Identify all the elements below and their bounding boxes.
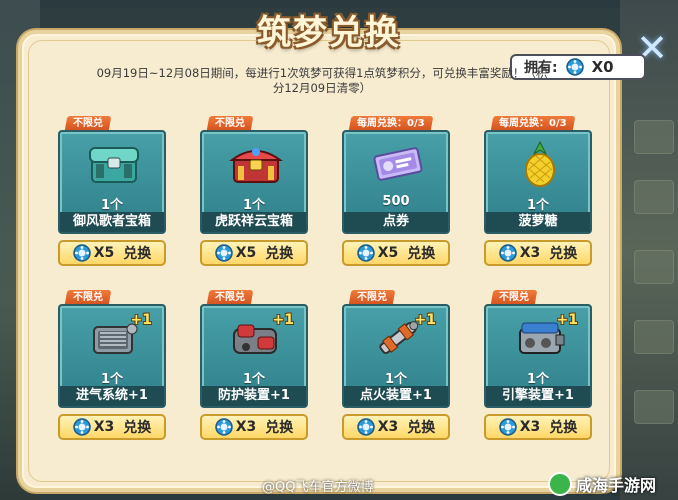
exchange-button[interactable]: X5 兑换 bbox=[200, 240, 308, 266]
limit-badge: 不限兑 bbox=[206, 290, 254, 305]
background-slot bbox=[634, 250, 674, 284]
exchange-button[interactable]: X3 兑换 bbox=[200, 414, 308, 440]
exchange-button[interactable]: X3 兑换 bbox=[342, 414, 450, 440]
upgrade-level: +1 bbox=[414, 312, 436, 328]
exchange-cost: X3 bbox=[519, 245, 541, 261]
reward-name: 防护装置+1 bbox=[202, 386, 306, 406]
background-slot bbox=[634, 390, 674, 424]
reward-quantity: 500 bbox=[382, 194, 410, 209]
reward-quantity: 1个 bbox=[100, 198, 124, 213]
site-watermark-text: 咸海手游网 bbox=[576, 476, 657, 495]
reward-card: 不限兑 1个 虎跃祥云宝箱 X5 兑换 bbox=[200, 116, 328, 266]
reward-card: 每周兑换：0/3 1个 菠萝糖 X3 兑换 bbox=[484, 116, 612, 266]
limit-badge: 每周兑换：0/3 bbox=[490, 116, 575, 131]
reward-name: 点券 bbox=[344, 212, 448, 232]
reward-item-box[interactable]: +1 1个 进气系统+1 bbox=[58, 304, 166, 408]
watermark-text: @QQ飞车官方微博 bbox=[262, 480, 374, 495]
reward-name: 菠萝糖 bbox=[486, 212, 590, 232]
reward-item-box[interactable]: +1 1个 点火装置+1 bbox=[342, 304, 450, 408]
limit-badge: 每周兑换：0/3 bbox=[348, 116, 433, 131]
limit-badge: 不限兑 bbox=[206, 116, 254, 131]
reward-quantity: 1个 bbox=[242, 198, 266, 213]
reward-item-box[interactable]: 500 点券 bbox=[342, 130, 450, 234]
dream-point-icon bbox=[72, 418, 91, 436]
reward-item-box[interactable]: 1个 御风歌者宝箱 bbox=[58, 130, 166, 234]
owned-value: X0 bbox=[591, 58, 614, 76]
page-title: 筑梦兑换 bbox=[257, 13, 401, 53]
background-slot bbox=[634, 180, 674, 214]
exchange-button[interactable]: X5 兑换 bbox=[58, 240, 166, 266]
chest-red-icon bbox=[226, 138, 286, 190]
site-watermark: 咸海手游网 bbox=[548, 470, 674, 498]
dream-point-icon bbox=[356, 418, 375, 436]
exchange-button[interactable]: X3 兑换 bbox=[58, 414, 166, 440]
dream-point-icon bbox=[498, 244, 517, 262]
reward-quantity: 1个 bbox=[526, 372, 550, 387]
upgrade-level: +1 bbox=[556, 312, 578, 328]
exchange-cost: X3 bbox=[519, 419, 541, 435]
dream-point-icon bbox=[214, 244, 233, 262]
reward-quantity: 1个 bbox=[384, 372, 408, 387]
upgrade-level: +1 bbox=[130, 312, 152, 328]
exchange-label: 兑换 bbox=[265, 246, 294, 262]
reward-quantity: 1个 bbox=[526, 198, 550, 213]
event-description: 09月19日~12月08日期间，每进行1次筑梦可获得1点筑梦积分，可兑换丰富奖励… bbox=[96, 66, 548, 95]
reward-name: 进气系统+1 bbox=[60, 386, 164, 406]
reward-item-box[interactable]: 1个 菠萝糖 bbox=[484, 130, 592, 234]
reward-card: 不限兑 +1 1个 点火装置+1 X3 兑换 bbox=[342, 290, 470, 440]
chest-teal-icon bbox=[84, 138, 144, 190]
exchange-cost: X3 bbox=[93, 419, 115, 435]
reward-name: 御风歌者宝箱 bbox=[60, 212, 164, 232]
dream-point-icon bbox=[565, 58, 584, 76]
exchange-label: 兑换 bbox=[265, 420, 294, 436]
background-slot bbox=[634, 120, 674, 154]
exchange-cost: X5 bbox=[377, 245, 399, 261]
dream-point-icon bbox=[498, 418, 517, 436]
reward-card: 不限兑 +1 1个 进气系统+1 X3 兑换 bbox=[58, 290, 186, 440]
reward-name: 点火装置+1 bbox=[344, 386, 448, 406]
exchange-button[interactable]: X3 兑换 bbox=[484, 414, 592, 440]
reward-name: 虎跃祥云宝箱 bbox=[202, 212, 306, 232]
exchange-cost: X3 bbox=[235, 419, 257, 435]
reward-card: 每周兑换：0/3 500 点券 X5 兑换 bbox=[342, 116, 470, 266]
background-slot bbox=[634, 320, 674, 354]
reward-quantity: 1个 bbox=[100, 372, 124, 387]
dream-point-icon bbox=[214, 418, 233, 436]
limit-badge: 不限兑 bbox=[490, 290, 538, 305]
exchange-label: 兑换 bbox=[549, 246, 578, 262]
exchange-label: 兑换 bbox=[123, 420, 152, 436]
exchange-button[interactable]: X5 兑换 bbox=[342, 240, 450, 266]
reward-item-box[interactable]: 1个 虎跃祥云宝箱 bbox=[200, 130, 308, 234]
exchange-label: 兑换 bbox=[407, 420, 436, 436]
exchange-cost: X5 bbox=[93, 245, 115, 261]
dream-point-icon bbox=[72, 244, 91, 262]
exchange-label: 兑换 bbox=[407, 246, 436, 262]
exchange-label: 兑换 bbox=[123, 246, 152, 262]
limit-badge: 不限兑 bbox=[348, 290, 396, 305]
reward-name: 引擎装置+1 bbox=[486, 386, 590, 406]
exchange-button[interactable]: X3 兑换 bbox=[484, 240, 592, 266]
upgrade-level: +1 bbox=[272, 312, 294, 328]
reward-quantity: 1个 bbox=[242, 372, 266, 387]
exchange-cost: X5 bbox=[235, 245, 257, 261]
limit-badge: 不限兑 bbox=[64, 116, 112, 131]
pineapple-icon bbox=[510, 138, 570, 190]
limit-badge: 不限兑 bbox=[64, 290, 112, 305]
exchange-label: 兑换 bbox=[549, 420, 578, 436]
exchange-panel: 筑梦兑换 拥有: X0 09月19日~12月08日期间，每进行1次筑梦可获得1点… bbox=[18, 13, 646, 492]
reward-card: 不限兑 +1 1个 引擎装置+1 X3 兑换 bbox=[484, 290, 612, 440]
reward-item-box[interactable]: +1 1个 防护装置+1 bbox=[200, 304, 308, 408]
title-banner: 筑梦兑换 bbox=[234, 6, 424, 60]
exchange-cost: X3 bbox=[377, 419, 399, 435]
site-logo-icon bbox=[548, 472, 572, 496]
reward-item-box[interactable]: +1 1个 引擎装置+1 bbox=[484, 304, 592, 408]
dream-point-icon bbox=[356, 244, 375, 262]
reward-card: 不限兑 1个 御风歌者宝箱 X5 兑换 bbox=[58, 116, 186, 266]
reward-card: 不限兑 +1 1个 防护装置+1 X3 兑换 bbox=[200, 290, 328, 440]
ticket-icon bbox=[368, 138, 428, 190]
